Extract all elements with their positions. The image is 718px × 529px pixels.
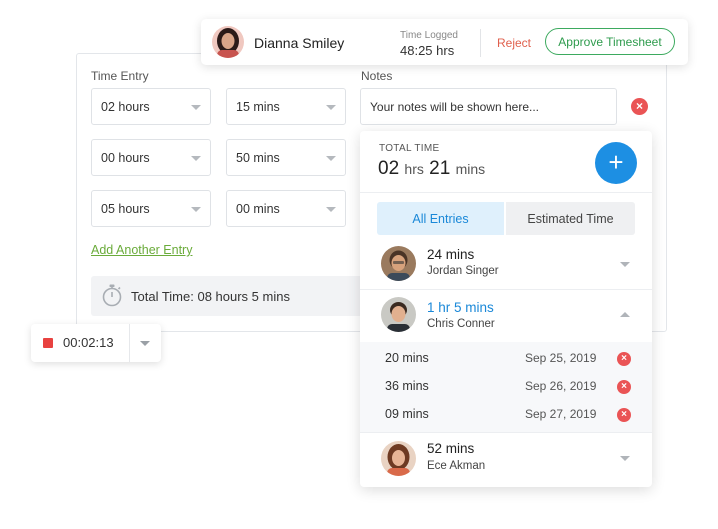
close-icon[interactable]: × [617,352,631,366]
stop-icon[interactable] [43,338,53,348]
close-icon[interactable]: × [617,380,631,394]
total-time-value: 02 hrs 21 mins [378,158,485,180]
entry-duration: 24 mins [427,247,475,262]
divider [360,289,652,290]
list-item: 09 mins Sep 27, 2019 × [360,401,652,429]
sub-entry-date: Sep 25, 2019 [525,351,597,365]
chevron-down-icon[interactable] [620,262,630,267]
entry-duration: 52 mins [427,441,475,456]
hours-select-1[interactable]: 02 hours [91,88,211,125]
total-time-bar: Total Time: 08 hours 5 mins [91,276,391,316]
notes-input[interactable]: Your notes will be shown here... [360,88,617,125]
avatar [381,297,416,332]
time-logged-value: 48:25 hrs [400,43,455,58]
mins-value: 00 mins [236,201,280,216]
hours-value: 05 hours [101,201,150,216]
chevron-down-icon[interactable] [140,341,150,346]
close-icon[interactable]: × [617,408,631,422]
list-item: 20 mins Sep 25, 2019 × [360,345,652,373]
avatar [381,441,416,476]
divider [360,192,652,193]
stopwatch-icon [101,283,123,310]
notes-label: Notes [361,69,393,83]
tab-estimated-time[interactable]: Estimated Time [506,202,635,235]
sub-entries: 20 mins Sep 25, 2019 × 36 mins Sep 26, 2… [360,342,652,432]
timer-widget: 00:02:13 [31,324,161,362]
sub-entry-duration: 36 mins [385,379,429,393]
mins-select-2[interactable]: 50 mins [226,139,346,176]
chevron-down-icon [326,105,336,110]
total-time-text: Total Time: 08 hours 5 mins [131,288,290,304]
mins-unit: mins [455,161,486,177]
mins-select-3[interactable]: 00 mins [226,190,346,227]
chevron-down-icon[interactable] [620,456,630,461]
divider [480,29,481,57]
sub-entry-duration: 20 mins [385,351,429,365]
sub-entry-date: Sep 27, 2019 [525,407,597,421]
avatar [212,26,244,58]
time-entry-label: Time Entry [91,69,149,83]
mins-select-1[interactable]: 15 mins [226,88,346,125]
total-mins: 21 [429,158,451,179]
divider [129,324,130,362]
hours-value: 02 hours [101,99,150,114]
timer-value: 00:02:13 [63,335,114,350]
mins-value: 15 mins [236,99,280,114]
user-name: Dianna Smiley [254,35,345,51]
approve-timesheet-button[interactable]: Approve Timesheet [545,28,675,55]
user-timesheet-card: Dianna Smiley Time Logged 48:25 hrs Reje… [201,19,688,65]
mins-value: 50 mins [236,150,280,165]
entries-panel: TOTAL TIME 02 hrs 21 mins + All Entries … [360,131,652,487]
tab-all-entries[interactable]: All Entries [377,202,504,235]
close-icon[interactable]: × [631,98,648,115]
entry-user-name: Ece Akman [427,460,486,472]
avatar [381,246,416,281]
sub-entry-duration: 09 mins [385,407,429,421]
chevron-down-icon [191,156,201,161]
hours-select-2[interactable]: 00 hours [91,139,211,176]
chevron-down-icon [191,207,201,212]
sub-entry-date: Sep 26, 2019 [525,379,597,393]
divider [360,432,652,433]
total-time-label: TOTAL TIME [379,143,440,154]
hours-select-3[interactable]: 05 hours [91,190,211,227]
chevron-up-icon[interactable] [620,312,630,317]
chevron-down-icon [326,156,336,161]
hours-value: 00 hours [101,150,150,165]
list-item: 36 mins Sep 26, 2019 × [360,373,652,401]
hours-unit: hrs [404,161,424,177]
entry-user-name: Chris Conner [427,318,495,330]
time-logged-label: Time Logged [400,30,458,41]
chevron-down-icon [191,105,201,110]
entry-duration: 1 hr 5 mins [427,300,494,315]
reject-button[interactable]: Reject [497,36,531,50]
entry-user-name: Jordan Singer [427,265,499,277]
plus-icon[interactable]: + [595,142,637,184]
chevron-down-icon [326,207,336,212]
add-another-entry-link[interactable]: Add Another Entry [91,243,192,257]
total-hours: 02 [378,158,400,179]
